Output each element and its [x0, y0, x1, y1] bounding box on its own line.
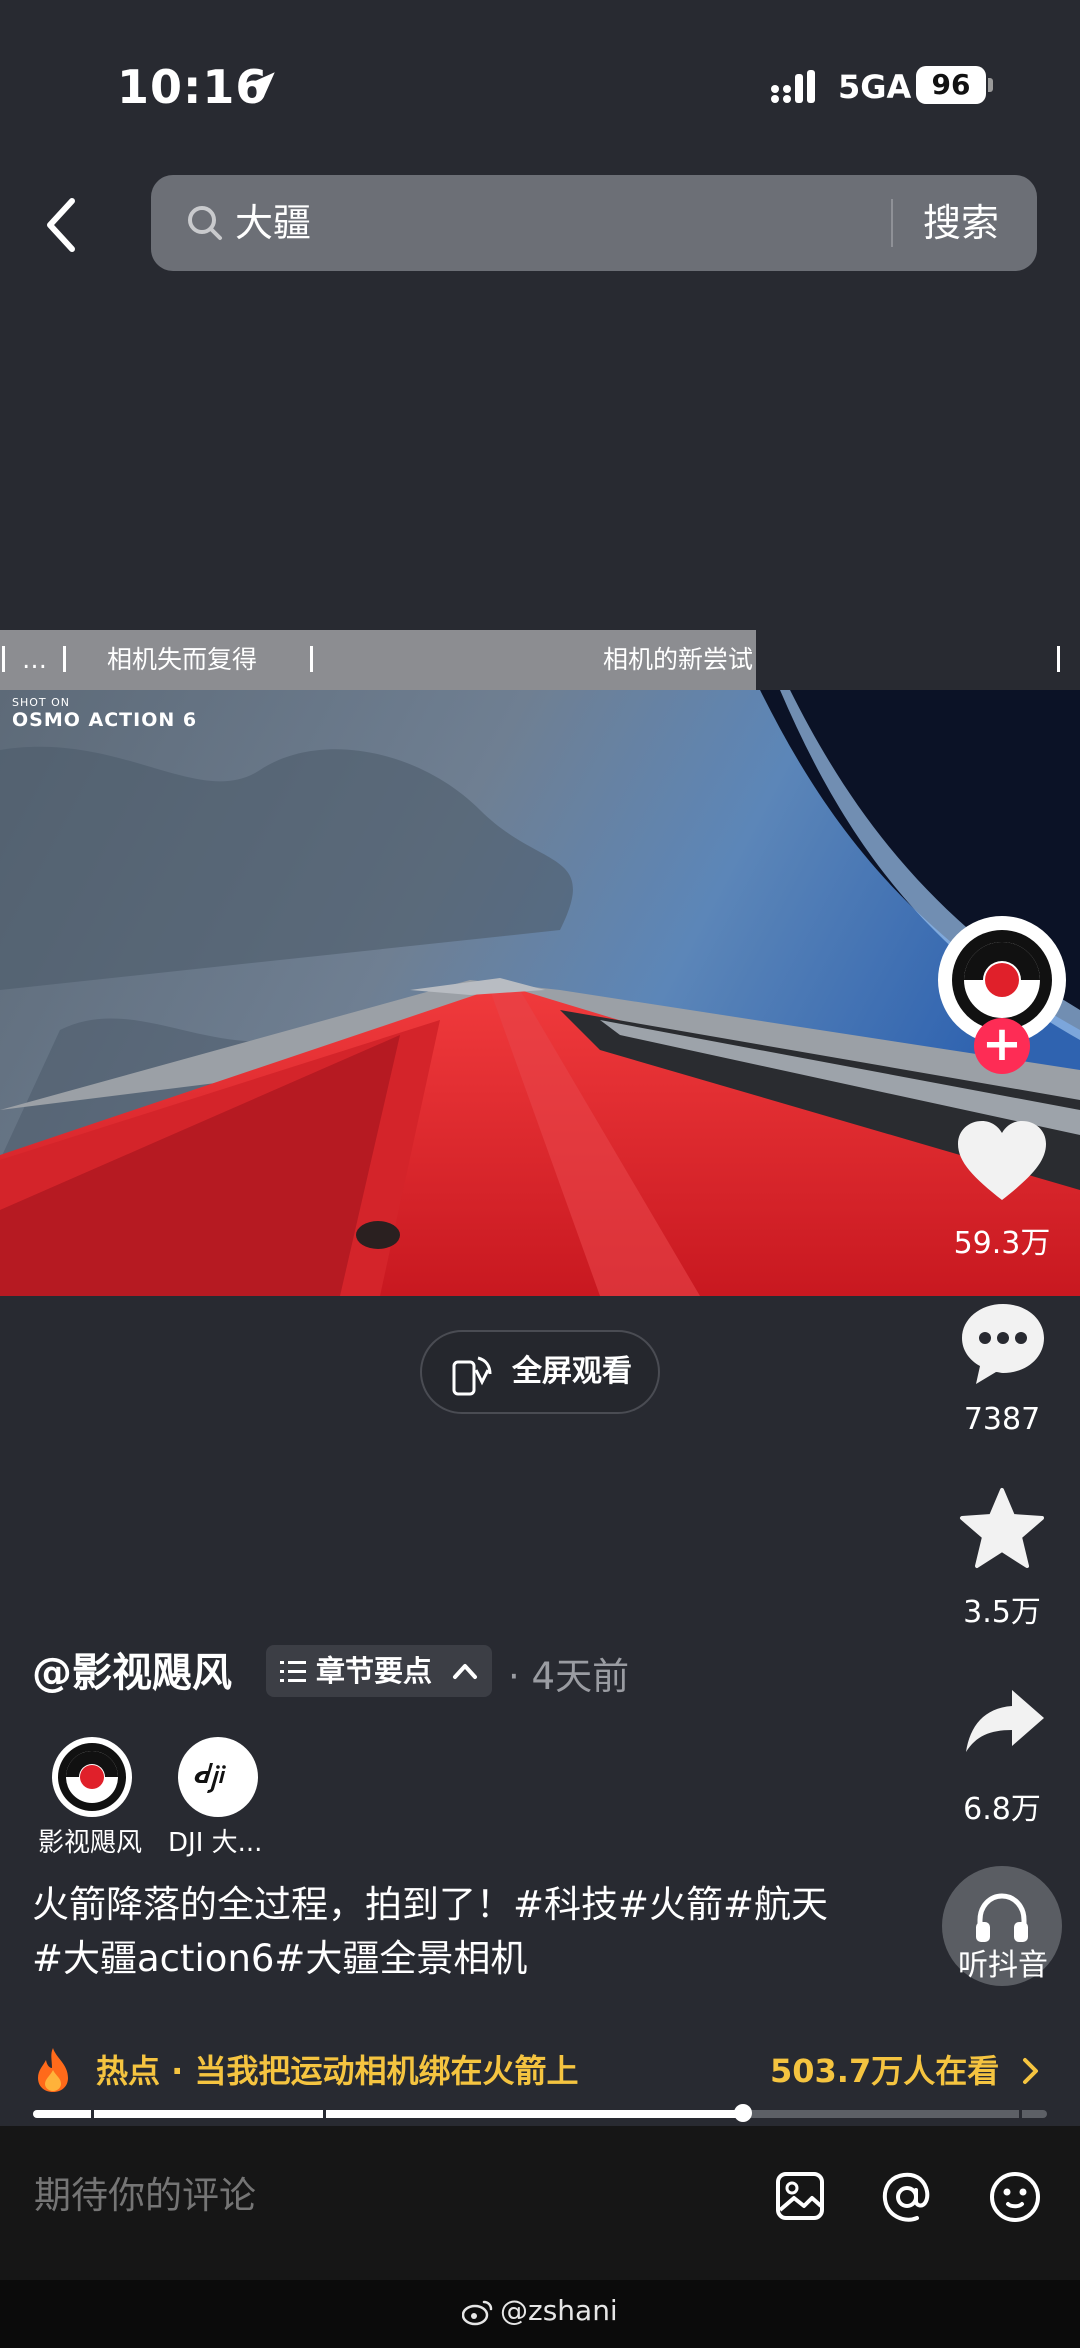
- fullscreen-button[interactable]: 全屏观看: [420, 1330, 660, 1414]
- chapter-tick: [2, 646, 5, 672]
- chapter-tick: [63, 646, 66, 672]
- watermark-small: SHOT ON: [12, 696, 71, 709]
- chapter-points-button[interactable]: 章节要点: [266, 1645, 492, 1697]
- heart-icon[interactable]: [954, 1118, 1050, 1204]
- search-divider: [891, 199, 893, 247]
- image-icon[interactable]: [774, 2170, 826, 2222]
- coauthor-name: DJI 大...: [168, 1828, 263, 1858]
- coauthor-logo-icon: [58, 1743, 126, 1811]
- hot-topic-label: 热点 · 当我把运动相机绑在火箭上: [96, 2052, 579, 2090]
- chapter-item[interactable]: 相机失而复得: [107, 630, 257, 690]
- author-name[interactable]: @影视飓风: [32, 1640, 232, 1698]
- follow-plus-button[interactable]: +: [974, 1018, 1030, 1074]
- progress-fill: [33, 2110, 743, 2118]
- search-input[interactable]: [235, 189, 1015, 257]
- bottom-strip: @zshani: [0, 2280, 1080, 2348]
- dji-logo-icon: [194, 1763, 226, 1793]
- fullscreen-label: 全屏观看: [512, 1354, 632, 1389]
- search-bar[interactable]: 搜索: [151, 175, 1037, 271]
- list-icon: [280, 1661, 306, 1682]
- flame-icon: [38, 2048, 68, 2092]
- chevron-right-icon: [1023, 2058, 1038, 2084]
- viewer-count: 503.7万人在看: [770, 2052, 1000, 2090]
- chapter-marker: [91, 2110, 94, 2118]
- page: 10:16 5GA 96 搜索 … 相机失而复得 相机的新尝试: [0, 0, 1080, 2348]
- chapter-item[interactable]: 相机的新尝试: [603, 630, 753, 690]
- comment-bar: [0, 2126, 1080, 2280]
- share-count: 6.8万: [963, 1792, 1041, 1827]
- watermark-handle: @zshani: [500, 2294, 618, 2327]
- network-label: 5GA: [838, 68, 912, 106]
- search-button[interactable]: 搜索: [923, 175, 999, 271]
- favorite-count: 3.5万: [963, 1595, 1041, 1630]
- chapter-tick: [1057, 646, 1060, 672]
- comment-icon[interactable]: [958, 1300, 1048, 1388]
- listen-label: 听抖音: [958, 1948, 1048, 1983]
- rotate-screen-icon: [452, 1356, 492, 1396]
- comment-input[interactable]: [34, 2156, 734, 2236]
- signal-icon: [771, 70, 815, 103]
- video-player[interactable]: SHOT ON OSMO ACTION 6: [0, 690, 1080, 1296]
- coauthor-name: 影视飓风: [38, 1828, 143, 1858]
- chapter-marker: [1019, 2110, 1022, 2118]
- share-arrow-icon[interactable]: [962, 1686, 1048, 1756]
- battery-cap: [988, 78, 993, 92]
- status-bar: 10:16 5GA 96: [0, 60, 1080, 120]
- headphones-icon: [976, 1893, 1028, 1942]
- video-frame: [0, 690, 1080, 1296]
- chapter-strip[interactable]: … 相机失而复得 相机的新尝试: [0, 630, 1080, 690]
- watermark-big: OSMO ACTION 6: [12, 709, 198, 731]
- video-watermark: SHOT ON OSMO ACTION 6: [12, 696, 197, 731]
- progress-knob[interactable]: [733, 2104, 752, 2122]
- coauthor-avatar[interactable]: [52, 1737, 132, 1817]
- chapter-item[interactable]: …: [22, 630, 47, 690]
- mention-icon[interactable]: [880, 2170, 934, 2224]
- like-count: 59.3万: [953, 1226, 1051, 1261]
- star-icon[interactable]: [958, 1486, 1046, 1570]
- post-time: · 4天前: [508, 1655, 630, 1698]
- battery-level: 96: [916, 66, 986, 104]
- chapter-points-label: 章节要点: [316, 1654, 433, 1688]
- search-icon: [188, 206, 222, 240]
- location-arrow-icon: [249, 72, 275, 98]
- comment-count: 7387: [963, 1402, 1041, 1437]
- chapter-tick: [310, 646, 313, 672]
- chevron-up-icon: [453, 1664, 477, 1679]
- weibo-icon: [462, 2300, 493, 2326]
- emoji-icon[interactable]: [988, 2170, 1042, 2224]
- back-chevron-icon[interactable]: [40, 195, 84, 255]
- video-progress-bar[interactable]: [33, 2104, 1047, 2122]
- hot-topic-bar[interactable]: 热点 · 当我把运动相机绑在火箭上 503.7万人在看: [32, 2046, 1052, 2096]
- chapter-marker: [323, 2110, 326, 2118]
- coauthor-avatar[interactable]: [178, 1737, 258, 1817]
- video-description: 火箭降落的全过程，拍到了！#科技#火箭#航天#大疆action6#大疆全景相机: [32, 1883, 829, 1980]
